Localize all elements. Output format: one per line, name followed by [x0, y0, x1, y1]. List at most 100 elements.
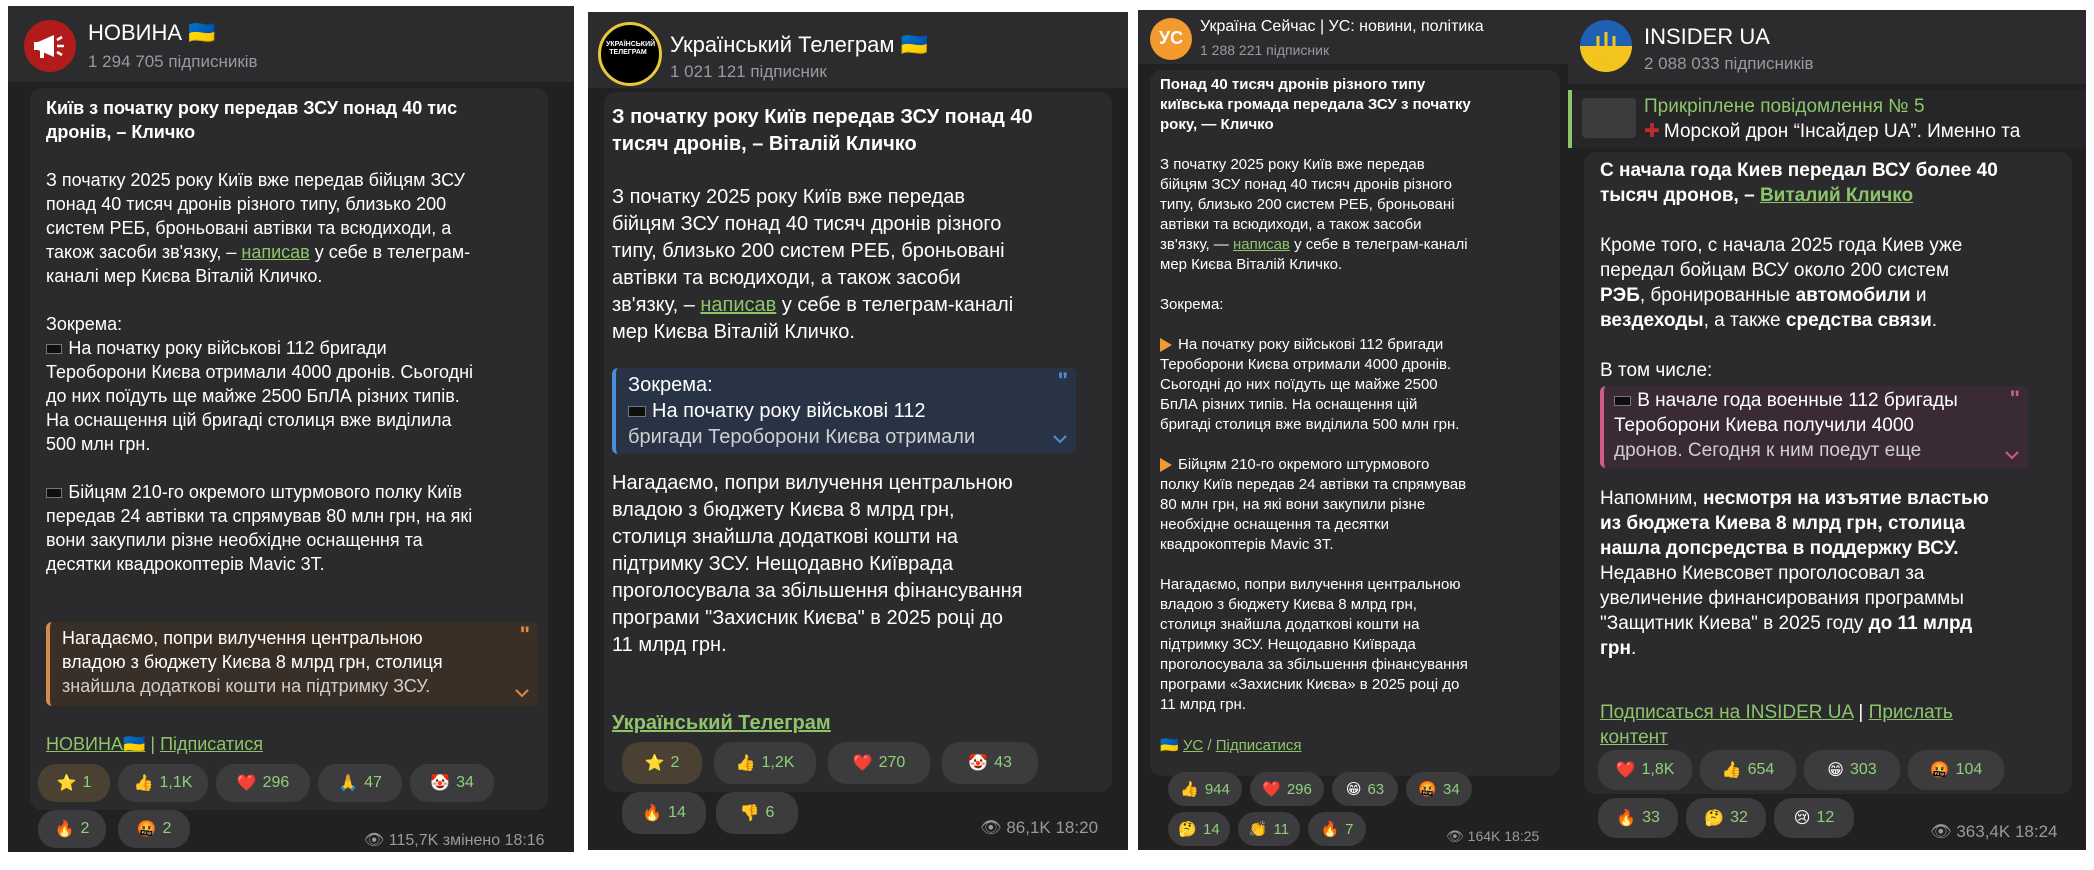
chevron-down-icon[interactable]	[1052, 434, 1068, 444]
pinned-text: ✚ Морской дрон “Інсайдер UA”. Именно та	[1644, 121, 2021, 142]
reaction-heart[interactable]: ❤️ 270	[828, 742, 930, 784]
reaction-fire[interactable]: 🔥 2	[38, 810, 106, 848]
message-text: столиця знайшла додаткові кошти на	[612, 526, 958, 548]
message-bubble: С начала года Киев передал ВСУ более 40 …	[1584, 152, 2072, 794]
reaction-fire[interactable]: 🔥 14	[622, 792, 706, 834]
pinned-message-bar[interactable]: Прикріплене повідомлення № 5 ✚ Морской др…	[1568, 90, 2086, 148]
reaction-fire[interactable]: 🔥 33	[1598, 798, 1678, 838]
subscribe-link[interactable]: Підписатися	[160, 734, 263, 754]
reaction-angry[interactable]: 🤬 34	[1406, 772, 1472, 806]
collapsed-quote[interactable]: Нагадаємо, попри вилучення центральною в…	[46, 622, 538, 706]
channel-avatar[interactable]	[1580, 20, 1632, 72]
reaction-heart[interactable]: ❤️ 1,8K	[1598, 750, 1692, 790]
reaction-grin[interactable]: 😁 63	[1332, 772, 1398, 806]
message-text: владою з бюджету Києва 8 млрд грн,	[1160, 596, 1417, 613]
message-text: типу, близько 200 систем РЕБ, броньовані	[612, 240, 1005, 262]
reaction-heart[interactable]: ❤️ 296	[1250, 772, 1324, 806]
subscribe-link[interactable]: Підписатися	[1216, 737, 1302, 754]
reaction-heart[interactable]: ❤️ 296	[216, 764, 310, 802]
submit-content-link[interactable]: Прислать	[1869, 702, 1953, 723]
view-count: 👁 115,7K змінено 18:16	[364, 832, 545, 849]
message-text: понад 40 тисяч дронів різного типу, близ…	[46, 194, 447, 214]
reaction-thumbs-up[interactable]: 👍 654	[1700, 750, 1796, 790]
pinned-thumbnail	[1582, 98, 1636, 138]
reaction-angry[interactable]: 🤬 2	[118, 810, 190, 848]
reaction-clap[interactable]: 👏 11	[1238, 812, 1300, 846]
author-link[interactable]: Виталий Кличко	[1760, 185, 1913, 206]
reaction-star[interactable]: ⭐ 1	[38, 764, 110, 802]
reaction-pray[interactable]: 🙏 47	[318, 764, 402, 802]
channel-link[interactable]: НОВИНА🇺🇦	[46, 734, 145, 754]
message-text: Нагадаємо, попри вилучення центральною	[612, 472, 1013, 494]
channel-link[interactable]: УС	[1183, 737, 1203, 754]
reaction-clown[interactable]: 🤡 43	[942, 742, 1038, 784]
bullet-icon	[46, 344, 63, 355]
source-link[interactable]: написав	[1233, 236, 1290, 253]
message-text: грн.	[1600, 638, 1637, 659]
message-text: автівки та всюдиходи, а також засоби	[612, 267, 961, 289]
channel-title: НОВИНА 🇺🇦	[88, 20, 216, 45]
chevron-down-icon[interactable]	[514, 688, 530, 698]
message-text: 11 млрд грн.	[612, 634, 727, 656]
reaction-thumbs-up[interactable]: 👍 1,2K	[714, 742, 816, 784]
avatar-text: УКРАЇНСЬКИЙ ТЕЛЕГРАМ	[606, 41, 656, 56]
eye-icon: 👁	[1930, 822, 1952, 841]
message-text: На оснащення цій бригаді столиця вже вид…	[46, 410, 452, 430]
chat-header[interactable]: INSIDER UA 2 088 033 підписників	[1568, 10, 2086, 84]
submit-content-link[interactable]: контент	[1600, 727, 1668, 749]
reaction-thumbs-up[interactable]: 👍 944	[1168, 772, 1242, 806]
collapsed-quote[interactable]: В начале года военные 112 бригады Теробо…	[1600, 386, 2028, 468]
message-bubble: Київ з початку року передав ЗСУ понад 40…	[30, 88, 548, 810]
chevron-down-icon[interactable]	[2004, 450, 2020, 460]
message-text: бійцям ЗСУ понад 40 тисяч дронів різного	[612, 213, 1002, 235]
quote-icon: "	[519, 622, 530, 647]
message-text: увеличение финансирования программы	[1600, 588, 1964, 609]
source-link[interactable]: написав	[241, 242, 309, 262]
message-text: Зокрема:	[46, 314, 123, 334]
source-link[interactable]: написав	[700, 294, 776, 316]
message-text: РЭБ, бронированные автомобили и	[1600, 285, 1927, 306]
reaction-grin[interactable]: 😁 303	[1804, 750, 1900, 790]
quote-text: В начале года военные 112 бригады	[1614, 390, 1958, 412]
message-text: З початку 2025 року Київ вже передав	[1160, 156, 1425, 173]
reaction-cry[interactable]: 😢 12	[1774, 798, 1854, 838]
chat-header[interactable]: УКРАЇНСЬКИЙ ТЕЛЕГРАМ Український Телегра…	[588, 12, 1128, 88]
channel-avatar[interactable]: УС	[1150, 18, 1192, 60]
message-text: БпЛА різних типів. На оснащення цій	[1160, 396, 1418, 413]
channel-avatar[interactable]	[24, 20, 76, 72]
post-title: тисяч дронів, – Віталій Кличко	[612, 133, 917, 155]
message-text: Тероборони Києва отримали 4000 дронів.	[1160, 356, 1452, 373]
message-text: нашла допсредства в поддержку ВСУ.	[1600, 538, 1959, 559]
message-text: 500 млн грн.	[46, 434, 151, 454]
message-text: також засоби зв'язку, – написав у себе в…	[46, 242, 471, 262]
message-footer: Подписаться на INSIDER UA | Прислать	[1600, 702, 1953, 723]
message-text: владою з бюджету Києва 8 млрд грн,	[612, 499, 955, 521]
message-text: автівки та всюдиходи, а також засоби	[1160, 216, 1422, 233]
reaction-thinking[interactable]: 🤔 14	[1168, 812, 1230, 846]
message-text: В том числе:	[1600, 360, 1713, 381]
subscribe-link[interactable]: Подписаться на INSIDER UA	[1600, 702, 1853, 723]
post-title: Понад 40 тисяч дронів різного типу	[1160, 76, 1426, 93]
reaction-star[interactable]: ⭐ 2	[622, 742, 702, 784]
reaction-thumbs-up[interactable]: 👍 1,1K	[118, 764, 208, 802]
message-text: зв'язку, — написав у себе в телеграм-кан…	[1160, 236, 1468, 253]
chat-header[interactable]: УС Україна Сейчас | УС: новини, політика…	[1138, 10, 1572, 64]
message-text: из бюджета Киева 8 млрд грн, столица	[1600, 513, 1965, 534]
channel-link[interactable]: Український Телеграм	[612, 712, 831, 735]
message-text: квадрокоптерів Mavic 3T.	[1160, 536, 1334, 553]
reaction-thinking[interactable]: 🤔 32	[1686, 798, 1766, 838]
message-text: підтримку ЗСУ. Нещодавно Київрада	[1160, 636, 1416, 653]
reaction-fire[interactable]: 🔥 7	[1308, 812, 1366, 846]
collapsed-quote[interactable]: Зокрема: На початку року військові 112 б…	[612, 368, 1076, 454]
chat-header[interactable]: НОВИНА 🇺🇦 1 294 705 підписників	[8, 6, 574, 82]
message-text: Напомним, несмотря на изъятие властью	[1600, 488, 1989, 509]
red-cross-icon: ✚	[1644, 121, 1660, 142]
message-text: підтримку ЗСУ. Нещодавно Київрада	[612, 553, 954, 575]
reaction-clown[interactable]: 🤡 34	[410, 764, 494, 802]
reaction-angry[interactable]: 🤬 104	[1908, 750, 2004, 790]
post-title: Київ з початку року передав ЗСУ понад 40…	[46, 98, 458, 118]
message-text: Бійцям 210-го окремого штурмового полку …	[46, 482, 462, 503]
message-text: Зокрема:	[1160, 296, 1224, 313]
channel-avatar[interactable]: УКРАЇНСЬКИЙ ТЕЛЕГРАМ	[598, 22, 662, 86]
reaction-thumbs-down[interactable]: 👎 6	[716, 792, 798, 834]
